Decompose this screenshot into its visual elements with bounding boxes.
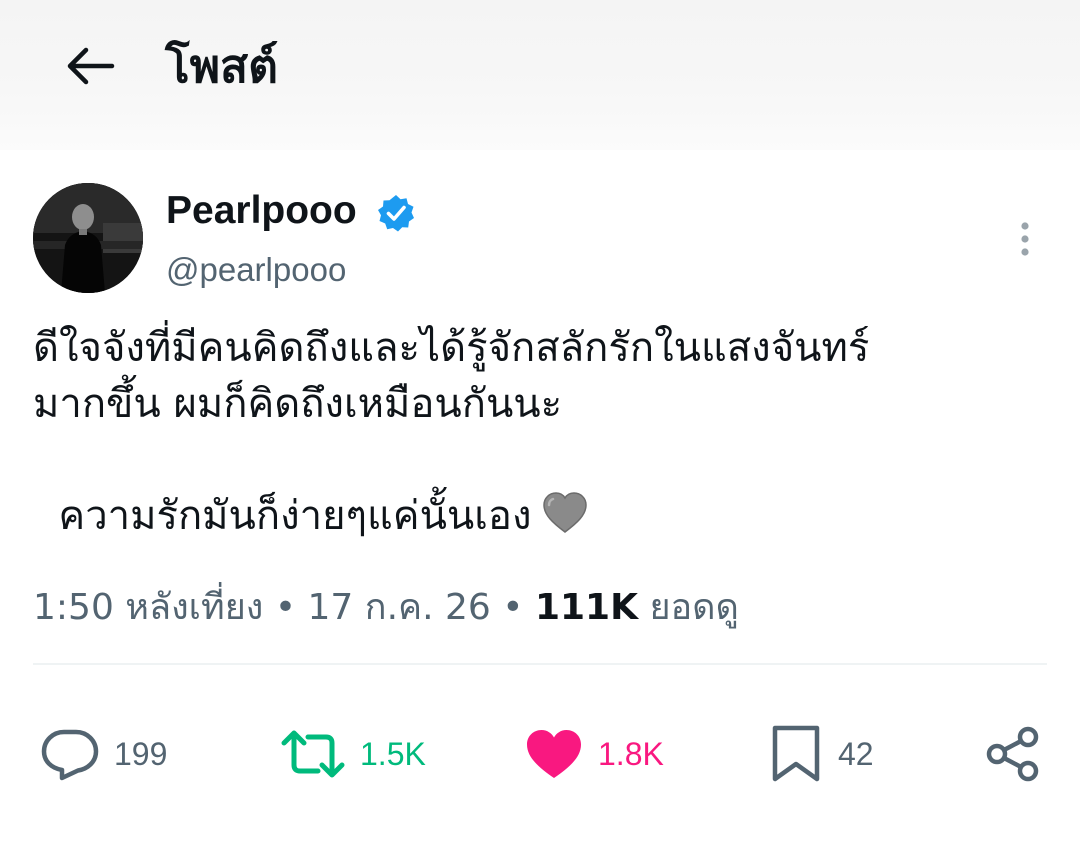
author-display-name[interactable]: Pearlpooo bbox=[166, 188, 357, 234]
reply-icon bbox=[41, 729, 99, 781]
bookmark-count: 42 bbox=[838, 736, 874, 772]
tweet-line bbox=[33, 432, 1043, 488]
arrow-left-icon bbox=[67, 47, 115, 85]
share-icon bbox=[986, 726, 1039, 782]
tweet-meta: 1:50 หลังเที่ยง • 17 ก.ค. 26 • 111K ยอดด… bbox=[33, 586, 739, 630]
tweet-line: ดีใจจังที่มีคนคิดถึงและได้รู้จักสลักรักใ… bbox=[33, 325, 870, 371]
heart-filled-icon bbox=[527, 730, 581, 778]
bookmark-icon bbox=[772, 725, 820, 782]
back-button[interactable] bbox=[58, 40, 122, 92]
tweet-line: ความรักมันก็ง่ายๆแค่นั้นเอง bbox=[33, 493, 532, 539]
like-button[interactable]: 1.8K bbox=[524, 724, 664, 784]
avatar[interactable] bbox=[33, 183, 143, 293]
share-button[interactable] bbox=[984, 724, 1042, 784]
repost-icon bbox=[281, 730, 345, 778]
repost-count: 1.5K bbox=[360, 736, 426, 772]
more-vertical-icon bbox=[1021, 222, 1029, 256]
verified-badge-icon bbox=[378, 195, 414, 232]
tweet-text: ดีใจจังที่มีคนคิดถึงและได้รู้จักสลักรักใ… bbox=[33, 320, 1043, 544]
meta-separator: • bbox=[502, 587, 524, 628]
grey-heart-icon bbox=[543, 492, 588, 533]
meta-separator: • bbox=[274, 587, 297, 628]
page-title: โพสต์ bbox=[165, 40, 278, 92]
views-count[interactable]: 111K bbox=[535, 587, 638, 628]
more-options-button[interactable] bbox=[1008, 216, 1042, 262]
views-label[interactable]: ยอดดู bbox=[649, 587, 738, 628]
repost-button[interactable]: 1.5K bbox=[280, 724, 426, 784]
tweet-line: มากขึ้น ผมก็คิดถึงเหมือนกันนะ bbox=[33, 381, 563, 427]
tweet-line-with-emoji: ความรักมันก็ง่ายๆแค่นั้นเอง bbox=[33, 488, 1043, 544]
tweet-date[interactable]: 17 ก.ค. 26 bbox=[308, 587, 491, 628]
top-bar: โพสต์ bbox=[0, 0, 1080, 150]
reply-count: 199 bbox=[114, 736, 168, 772]
divider bbox=[33, 663, 1047, 665]
bookmark-button[interactable]: 42 bbox=[768, 724, 874, 784]
tweet-time[interactable]: 1:50 หลังเที่ยง bbox=[33, 587, 263, 628]
reply-button[interactable]: 199 bbox=[40, 724, 167, 784]
avatar-photo bbox=[33, 183, 143, 293]
author-handle[interactable]: @pearlpooo bbox=[166, 250, 346, 290]
like-count: 1.8K bbox=[598, 736, 664, 772]
